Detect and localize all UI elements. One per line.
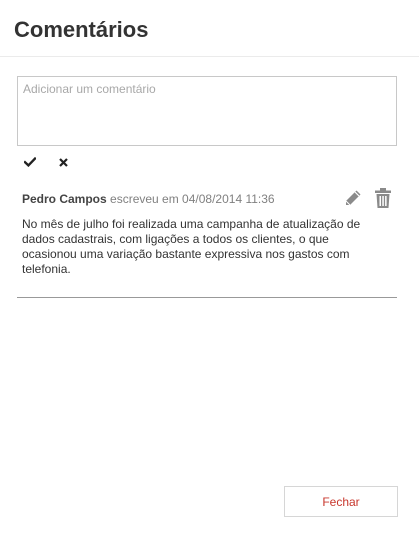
comment-author: Pedro Campos [22, 192, 107, 206]
close-button[interactable]: Fechar [284, 486, 398, 517]
check-icon [24, 157, 36, 167]
comment-meta: Pedro Campos escreveu em 04/08/2014 11:3… [22, 192, 275, 206]
edit-comment-button[interactable] [343, 188, 363, 208]
comment-text: No mês de julho foi realizada uma campan… [22, 217, 361, 276]
confirm-comment-button[interactable] [22, 154, 38, 170]
comment-input[interactable] [17, 76, 397, 146]
close-icon [58, 157, 68, 167]
dialog-header: Comentários [0, 0, 419, 57]
comments-dialog: Comentários Pedro Campos escreveu em 04/… [0, 0, 419, 537]
delete-comment-button[interactable] [373, 187, 393, 209]
trash-icon [375, 188, 391, 208]
cancel-comment-button[interactable] [55, 154, 71, 170]
comment-item: Pedro Campos escreveu em 04/08/2014 11:3… [17, 185, 397, 298]
comment-timestamp: escreveu em 04/08/2014 11:36 [110, 192, 275, 206]
dialog-title: Comentários [14, 17, 149, 42]
pencil-icon [345, 190, 361, 206]
